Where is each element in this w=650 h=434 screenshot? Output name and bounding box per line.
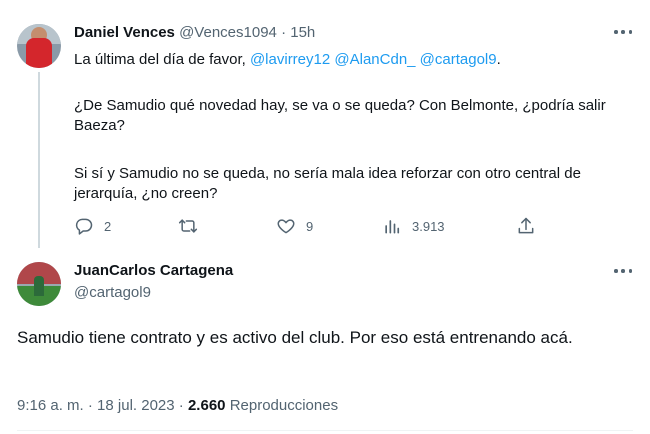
tweet-time[interactable]: 15h bbox=[290, 24, 315, 41]
tweet-actions: 2 9 3.913 bbox=[74, 214, 544, 238]
author-name[interactable]: JuanCarlos Cartagena bbox=[74, 262, 233, 279]
retweet-button[interactable] bbox=[178, 214, 208, 238]
reply-tweet[interactable]: Daniel Vences @Vences1094 · 15h La últim… bbox=[0, 0, 650, 250]
views-icon bbox=[385, 220, 400, 234]
meta-separator: · bbox=[178, 397, 184, 414]
tweet-text-paragraph-2: ¿De Samudio qué novedad hay, se va o se … bbox=[74, 97, 606, 134]
mention-cartagol9[interactable]: @cartagol9 bbox=[420, 51, 497, 68]
text-suffix: . bbox=[496, 51, 501, 68]
heart-icon bbox=[277, 219, 295, 234]
divider bbox=[17, 430, 633, 431]
views-button[interactable]: 3.913 bbox=[382, 214, 445, 238]
avatar-daniel-vences[interactable] bbox=[17, 24, 61, 68]
tweet-header: Daniel Vences @Vences1094 · 15h bbox=[74, 24, 315, 41]
views-count: 2.660 bbox=[187, 397, 226, 414]
thread-line bbox=[38, 72, 40, 248]
tweet-text-line-1: La última del día de favor, @lavirrey12 … bbox=[74, 50, 634, 70]
reply-button[interactable]: 2 bbox=[74, 214, 111, 238]
meta-separator: · bbox=[87, 397, 93, 414]
more-icon[interactable] bbox=[614, 28, 632, 36]
like-button[interactable]: 9 bbox=[276, 214, 313, 238]
more-icon[interactable] bbox=[614, 267, 632, 275]
reply-icon bbox=[75, 218, 93, 235]
reply-count: 2 bbox=[104, 218, 112, 234]
author-name[interactable]: Daniel Vences bbox=[74, 24, 175, 41]
tweet-date[interactable]: 18 jul. 2023 bbox=[97, 397, 175, 414]
mention-alancdn[interactable]: @AlanCdn_ bbox=[334, 51, 415, 68]
author-handle[interactable]: @cartagol9 bbox=[74, 284, 151, 301]
share-button[interactable] bbox=[516, 214, 536, 238]
tweet-meta: 9:16 a. m. · 18 jul. 2023 · 2.660 Reprod… bbox=[17, 397, 338, 414]
views-label: Reproducciones bbox=[229, 397, 339, 414]
share-icon bbox=[518, 217, 534, 234]
main-tweet: JuanCarlos Cartagena @cartagol9 Samudio … bbox=[0, 250, 650, 434]
text-prefix: La última del día de favor, bbox=[74, 51, 250, 68]
like-count: 9 bbox=[306, 218, 314, 234]
avatar-juancarlos-cartagena[interactable] bbox=[17, 262, 61, 306]
mention-lavirrey12[interactable]: @lavirrey12 bbox=[250, 51, 330, 68]
tweet-text-paragraph-3: Si sí y Samudio no se queda, no sería ma… bbox=[74, 165, 581, 202]
main-tweet-text: Samudio tiene contrato y es activo del c… bbox=[17, 328, 573, 347]
views-count: 3.913 bbox=[412, 218, 445, 234]
header-separator: · bbox=[281, 24, 287, 41]
tweet-time[interactable]: 9:16 a. m. bbox=[17, 397, 84, 414]
author-handle[interactable]: @Vences1094 bbox=[179, 24, 277, 41]
retweet-icon bbox=[178, 219, 198, 233]
